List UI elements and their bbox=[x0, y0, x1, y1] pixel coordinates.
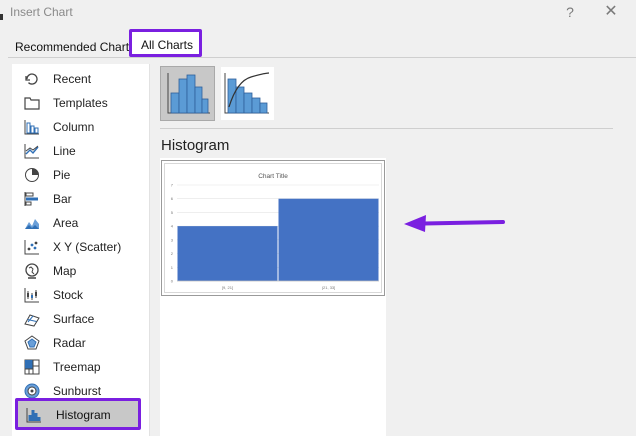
chart-title: Chart Title bbox=[258, 173, 288, 180]
pie-chart-icon bbox=[25, 168, 39, 182]
sidebar-item-label: Surface bbox=[53, 312, 95, 326]
sidebar-item-line[interactable]: Line bbox=[12, 139, 142, 163]
histogram-bar bbox=[278, 198, 379, 281]
stock-chart-icon bbox=[24, 288, 39, 303]
sidebar-item-label: Templates bbox=[53, 96, 108, 110]
tab-all-charts-label: All Charts bbox=[141, 38, 194, 52]
sidebar-item-bar[interactable]: Bar bbox=[12, 187, 142, 211]
radar-chart-icon bbox=[24, 335, 40, 350]
x-tick-label: (21, 33] bbox=[322, 285, 336, 290]
close-icon[interactable]: ✕ bbox=[601, 2, 621, 22]
chart-preview[interactable]: Chart Title 0 1 2 3 4 5 6 7 [9, 21] (21, 33] bbox=[161, 160, 385, 296]
y-tick-label: 7 bbox=[171, 183, 174, 188]
annotation-arrow-icon bbox=[404, 215, 505, 232]
help-icon[interactable]: ? bbox=[560, 2, 580, 22]
bar-chart-icon bbox=[24, 192, 38, 206]
y-tick-label: 1 bbox=[171, 265, 174, 270]
sidebar-item-templates[interactable]: Templates bbox=[12, 91, 142, 115]
pareto-subtype-icon bbox=[224, 72, 270, 114]
sidebar-item-label: Stock bbox=[53, 288, 84, 302]
sidebar-item-surface[interactable]: Surface bbox=[12, 307, 142, 331]
y-tick-label: 2 bbox=[171, 251, 174, 256]
sidebar-item-label: Bar bbox=[53, 192, 72, 206]
sidebar-item-label: Treemap bbox=[53, 360, 101, 374]
sidebar-item-label: Area bbox=[53, 216, 79, 230]
recent-icon bbox=[25, 73, 38, 85]
y-tick-label: 3 bbox=[171, 237, 174, 242]
sidebar-item-label: Sunburst bbox=[53, 384, 102, 398]
tab-recommended-charts[interactable]: Recommended Charts bbox=[15, 40, 135, 54]
histogram-subtype-icon bbox=[167, 73, 210, 114]
subtype-pareto-button[interactable] bbox=[220, 66, 275, 121]
sidebar-item-label: X Y (Scatter) bbox=[53, 240, 122, 254]
sidebar-item-label: Recent bbox=[53, 72, 92, 86]
sidebar-divider bbox=[149, 64, 150, 436]
sidebar-item-scatter[interactable]: X Y (Scatter) bbox=[12, 235, 142, 259]
sidebar-item-label: Line bbox=[53, 144, 76, 158]
subtype-histogram-button[interactable] bbox=[160, 66, 215, 121]
sidebar-item-column[interactable]: Column bbox=[12, 115, 142, 139]
sidebar-item-label: Pie bbox=[53, 168, 71, 182]
sidebar-item-area[interactable]: Area bbox=[12, 211, 142, 235]
tab-divider bbox=[8, 57, 636, 58]
sunburst-chart-icon bbox=[24, 383, 40, 399]
dialog-titlebar: Insert Chart ? ✕ bbox=[0, 0, 636, 28]
map-chart-icon bbox=[25, 263, 39, 279]
templates-icon bbox=[24, 97, 40, 110]
line-chart-icon bbox=[24, 144, 39, 159]
y-tick-label: 0 bbox=[171, 279, 174, 284]
area-chart-icon bbox=[25, 219, 39, 229]
chart-preview-canvas: Chart Title 0 1 2 3 4 5 6 7 [9, 21] (21, 33] bbox=[165, 164, 381, 292]
subtype-separator bbox=[160, 128, 613, 129]
sidebar-item-pie[interactable]: Pie bbox=[12, 163, 142, 187]
window-edge-mark bbox=[0, 14, 3, 20]
y-tick-label: 5 bbox=[171, 210, 174, 215]
sidebar-item-label: Radar bbox=[53, 336, 86, 350]
sidebar-item-label: Map bbox=[53, 264, 77, 278]
y-tick-label: 4 bbox=[171, 224, 174, 229]
sidebar-item-stock[interactable]: Stock bbox=[12, 283, 142, 307]
column-chart-icon bbox=[24, 120, 39, 135]
sidebar-item-radar[interactable]: Radar bbox=[12, 331, 142, 355]
sidebar-item-recent[interactable]: Recent bbox=[12, 67, 142, 91]
y-tick-label: 6 bbox=[171, 196, 174, 201]
histogram-chart-icon bbox=[26, 408, 41, 423]
histogram-bar bbox=[177, 226, 278, 281]
sidebar-item-label: Column bbox=[53, 120, 95, 134]
sidebar-item-label: Histogram bbox=[56, 408, 111, 422]
sidebar-item-map[interactable]: Map bbox=[12, 259, 142, 283]
treemap-chart-icon bbox=[24, 359, 40, 375]
tab-all-charts[interactable]: All Charts bbox=[129, 29, 202, 57]
scatter-chart-icon bbox=[24, 240, 39, 255]
dialog-title: Insert Chart bbox=[10, 5, 73, 19]
sidebar-item-treemap[interactable]: Treemap bbox=[12, 355, 142, 379]
histogram-chart: Chart Title 0 1 2 3 4 5 6 7 [9, 21] (21, 33] bbox=[171, 173, 379, 290]
preview-heading: Histogram bbox=[161, 137, 230, 154]
surface-chart-icon bbox=[24, 314, 40, 327]
x-tick-label: [9, 21] bbox=[222, 285, 233, 290]
sidebar-item-histogram[interactable]: Histogram bbox=[15, 398, 141, 430]
